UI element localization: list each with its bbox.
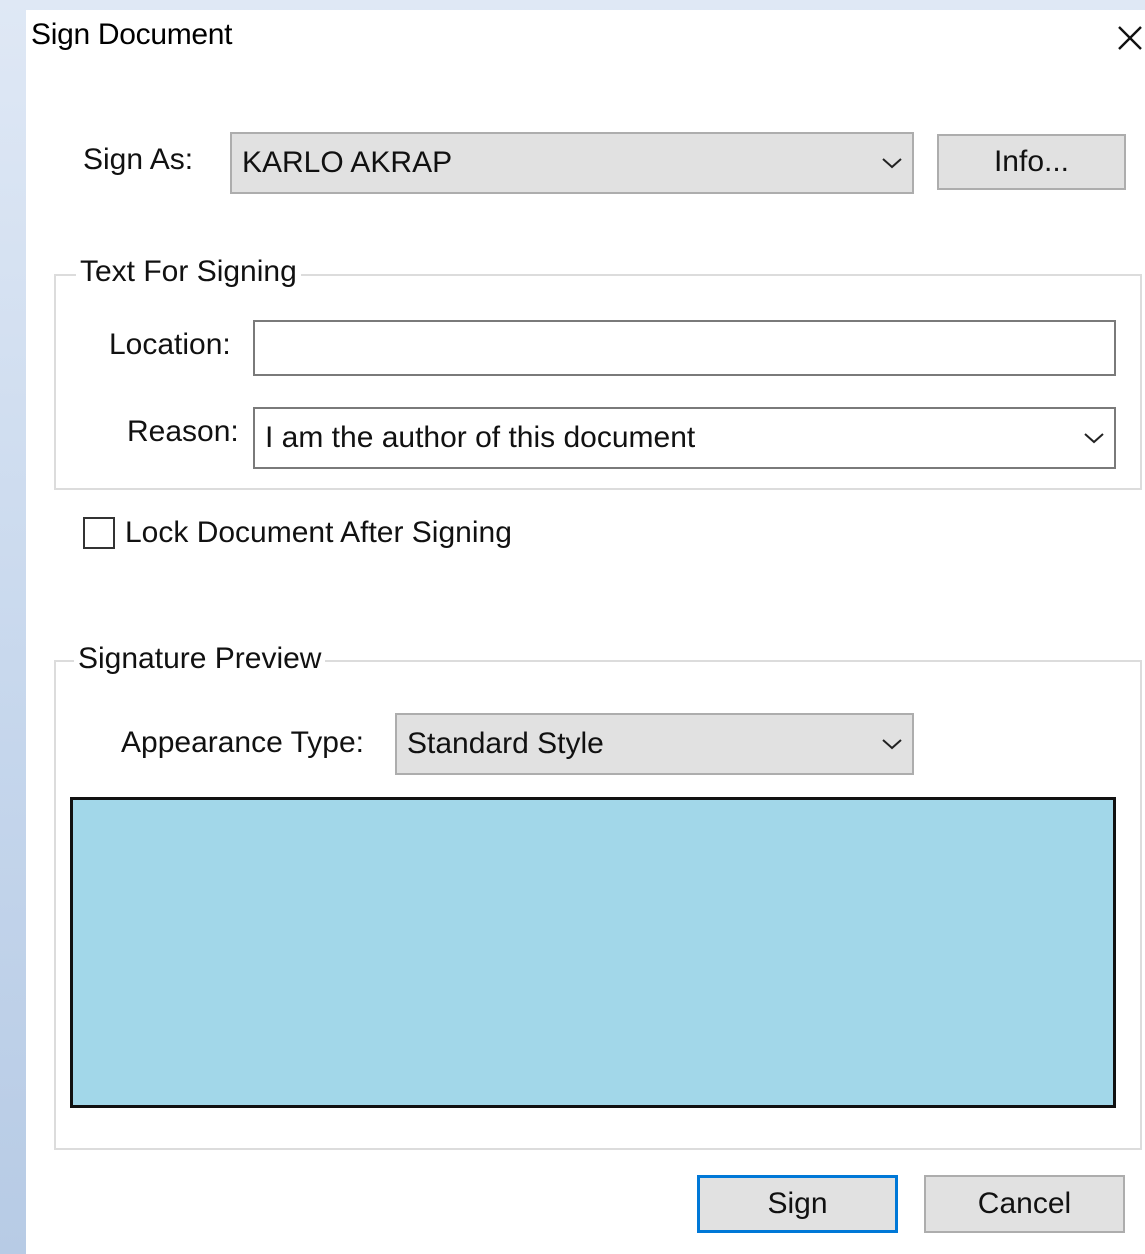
sign-as-dropdown[interactable]: KARLO AKRAP (230, 132, 914, 194)
cancel-button[interactable]: Cancel (924, 1175, 1125, 1233)
close-icon (1118, 26, 1142, 50)
sign-button[interactable]: Sign (697, 1175, 898, 1233)
location-label: Location: (109, 328, 231, 361)
appearance-type-value: Standard Style (407, 727, 604, 760)
reason-label: Reason: (127, 415, 239, 448)
sign-as-label: Sign As: (83, 143, 194, 176)
chevron-down-icon (872, 134, 912, 192)
reason-dropdown[interactable]: I am the author of this document (253, 407, 1116, 469)
signature-preview-legend: Signature Preview (74, 642, 326, 676)
lock-document-checkbox[interactable] (83, 517, 115, 549)
chevron-down-icon (872, 715, 912, 773)
text-for-signing-legend: Text For Signing (76, 255, 301, 289)
dialog-title: Sign Document (31, 18, 233, 51)
sign-document-dialog: Sign Document Sign As: KARLO AKRAP Info.… (26, 10, 1145, 1254)
close-button[interactable] (1110, 16, 1145, 60)
info-button[interactable]: Info... (937, 134, 1126, 190)
location-field[interactable] (253, 320, 1116, 376)
signature-preview-box (70, 797, 1116, 1108)
reason-value: I am the author of this document (265, 421, 696, 454)
appearance-type-label: Appearance Type: (121, 726, 364, 759)
lock-document-label: Lock Document After Signing (125, 516, 512, 549)
appearance-type-dropdown[interactable]: Standard Style (395, 713, 914, 775)
chevron-down-icon (1074, 409, 1114, 467)
sign-as-value: KARLO AKRAP (242, 146, 453, 179)
